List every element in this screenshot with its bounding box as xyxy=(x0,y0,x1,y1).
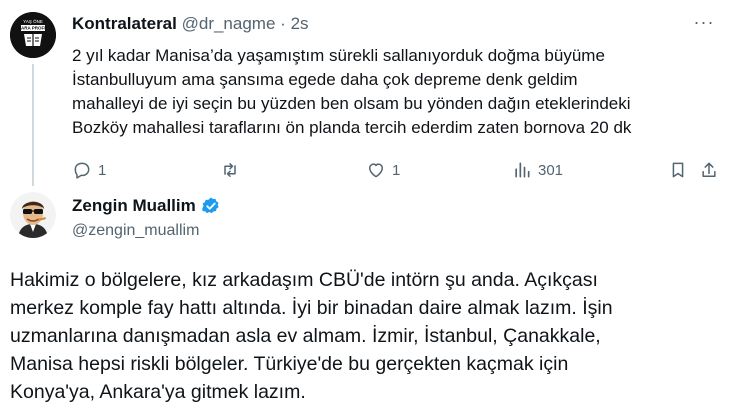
reply-text-line: mahalleyi de iyi seçin bu yüzden ben ols… xyxy=(72,94,631,113)
svg-text:YAŞ ÖNE: YAŞ ÖNE xyxy=(23,18,43,24)
reply-text-line: İstanbulluyum ama şansıma egede daha çok… xyxy=(72,70,578,89)
reply-timestamp[interactable]: 2s xyxy=(291,14,309,33)
reply-author-row: Kontralateral @dr_nagme · 2s xyxy=(72,14,309,34)
thread-connector-line xyxy=(32,64,34,186)
share-icon xyxy=(702,162,716,177)
black-profile-logo-icon: YAŞ ÖNE KARA PROFIL xyxy=(10,12,56,58)
reply-text-line: 2 yıl kadar Manisa’da yaşamıştım sürekli… xyxy=(72,46,605,65)
more-options-icon: ··· xyxy=(693,11,715,32)
avatar-logo-text: KARA PROFIL xyxy=(18,26,49,31)
reply-action-bar: 1 1 301 xyxy=(72,160,722,192)
views-chart-icon xyxy=(515,162,530,178)
like-count: 1 xyxy=(392,161,401,179)
main-text-line: Manisa hepsi riskli bölgeler. Türkiye'de… xyxy=(10,353,569,375)
reply-handle[interactable]: @dr_nagme xyxy=(182,14,276,33)
main-author-row: Zengin Muallim xyxy=(72,196,221,216)
main-display-name[interactable]: Zengin Muallim xyxy=(72,196,196,216)
main-tweet-text: Hakimiz o bölgelere, kız arkadaşım CBÜ'd… xyxy=(10,266,720,406)
reply-button[interactable]: 1 xyxy=(72,160,106,180)
main-text-line: merkez komple fay hattı altında. İyi bir… xyxy=(10,297,613,319)
views-button[interactable]: 301 xyxy=(512,160,563,180)
sunglasses-man-avatar-icon xyxy=(10,192,56,238)
reply-display-name[interactable]: Kontralateral xyxy=(72,14,177,33)
reply-text-line: Bozköy mahallesi taraflarını ön planda t… xyxy=(72,118,632,137)
verified-badge-icon xyxy=(201,197,219,214)
like-button[interactable]: 1 xyxy=(366,160,400,180)
main-text-line: Hakimiz o bölgelere, kız arkadaşım CBÜ'd… xyxy=(10,269,598,291)
main-handle[interactable]: @zengin_muallim xyxy=(72,222,199,240)
kontralateral-avatar[interactable]: YAŞ ÖNE KARA PROFIL xyxy=(10,12,56,58)
retweet-icon xyxy=(224,163,236,177)
bookmark-icon xyxy=(672,162,684,178)
share-button[interactable] xyxy=(699,160,719,180)
main-text-line: Konya'ya, Ankara'ya gitmek lazım. xyxy=(10,381,306,403)
views-count: 301 xyxy=(538,161,564,179)
reply-separator: · xyxy=(280,14,286,33)
bookmark-button[interactable] xyxy=(668,160,688,180)
retweet-button[interactable] xyxy=(220,160,246,180)
comment-icon xyxy=(74,162,90,179)
reply-count: 1 xyxy=(98,161,107,179)
main-text-line: uzmanlarına danışmadan asla ev almam. İz… xyxy=(10,325,601,347)
more-options-button[interactable]: ··· xyxy=(690,8,718,36)
reply-tweet-text: 2 yıl kadar Manisa’da yaşamıştım sürekli… xyxy=(72,44,722,140)
zengin-muallim-avatar[interactable] xyxy=(10,192,56,238)
heart-icon xyxy=(369,163,383,178)
